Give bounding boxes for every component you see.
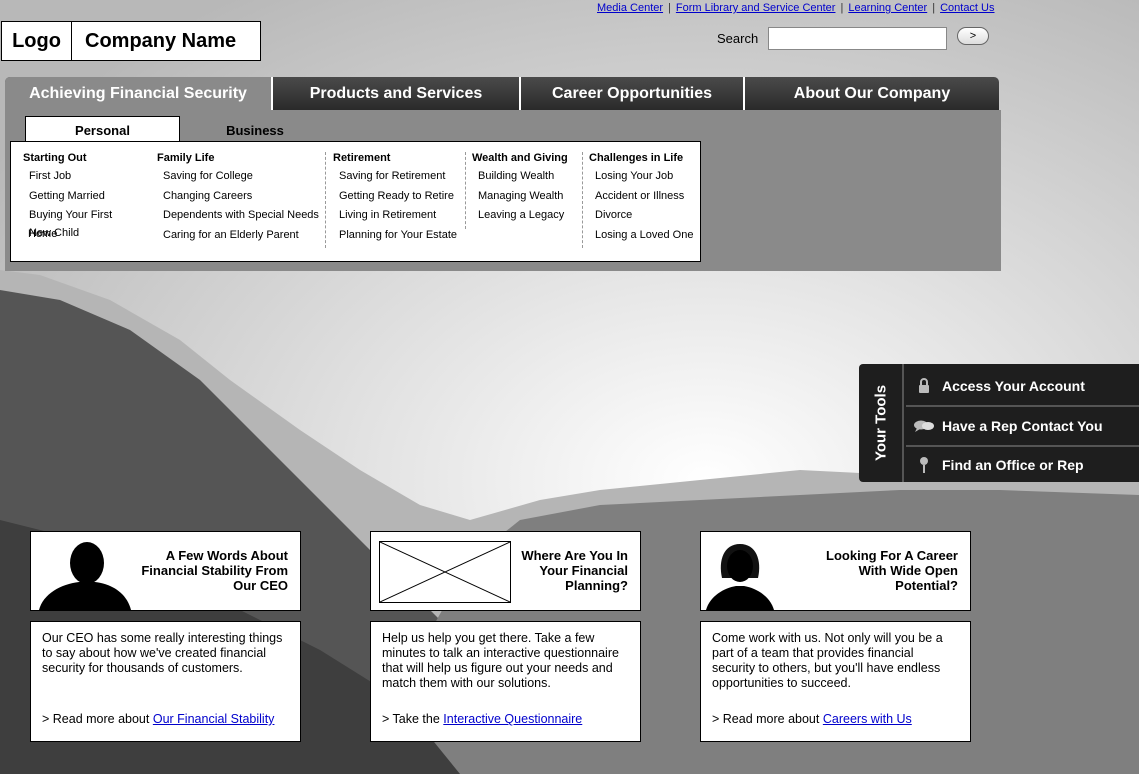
menu-item[interactable]: Losing Your Job [595,170,698,190]
card-title-line: Our CEO [233,578,288,593]
menu-item[interactable]: First Job [29,170,151,190]
chat-bubbles-icon [906,419,942,433]
company-name: Company Name [85,29,237,52]
menu-item[interactable]: Building Wealth [478,170,582,190]
separator: | [668,2,671,14]
main-nav: Achieving Financial Security Products an… [5,77,999,110]
menu-item[interactable]: Saving for College [163,170,325,190]
card-body-text: Help us help you get there. Take a few m… [382,631,619,690]
menu-item[interactable]: Getting Ready to Retire [339,190,465,210]
your-tools-text: Your Tools [872,384,889,462]
separator: | [932,2,936,14]
menu-item[interactable]: Dependents with Special Needs [163,209,325,229]
image-placeholder-icon [379,541,511,603]
card-body-text: Come work with us. Not only will you be … [712,631,943,690]
card-ceo-header[interactable]: A Few Words About Financial Stability Fr… [30,531,301,611]
menu-item[interactable]: Managing Wealth [478,190,582,210]
tool-find-office[interactable]: Find an Office or Rep [906,445,1139,482]
menu-item[interactable]: Getting Married [29,190,151,210]
column-heading: Retirement [333,152,391,164]
link-prefix: > Read more about [712,712,820,726]
menu-item[interactable]: Divorce [595,209,698,229]
media-center-link[interactable]: Media Center [597,2,663,14]
menu-column-retirement: Retirement Saving for Retirement Getting… [325,152,465,248]
lock-icon [906,377,942,394]
nav-career-opportunities[interactable]: Career Opportunities [521,77,745,110]
female-silhouette-icon [706,544,774,610]
card-title: A Few Words About Financial Stability Fr… [141,548,288,593]
nav-about-our-company[interactable]: About Our Company [745,77,999,110]
tab-personal[interactable]: Personal [25,116,180,144]
link-prefix: > Read more about [42,712,150,726]
card-planning-body: Help us help you get there. Take a few m… [370,621,641,742]
financial-stability-link[interactable]: Our Financial Stability [153,712,275,726]
card-career-header[interactable]: Looking For A Career With Wide Open Pote… [700,531,971,611]
nav-products-and-services[interactable]: Products and Services [273,77,521,110]
card-title: Where Are You In Your Financial Planning… [521,548,628,593]
card-read-more: > Read more about Our Financial Stabilit… [42,712,274,727]
search-button[interactable]: > [957,27,989,45]
column-heading: Challenges in Life [589,152,684,164]
card-title-line: Potential? [895,578,958,593]
menu-item[interactable]: Leaving a Legacy [478,209,582,229]
tool-rep-contact[interactable]: Have a Rep Contact You [906,405,1139,445]
tool-access-account[interactable]: Access Your Account [906,366,1139,405]
search-input[interactable] [768,27,947,50]
card-career-body: Come work with us. Not only will you be … [700,621,971,742]
your-tools-label: Your Tools [859,364,904,482]
menu-column-wealth-and-giving: Wealth and Giving Building Wealth Managi… [465,152,582,229]
card-title-line: Where Are You In [521,548,628,563]
card-planning-header[interactable]: Where Are You In Your Financial Planning… [370,531,641,611]
card-title: Looking For A Career With Wide Open Pote… [826,548,958,593]
menu-item[interactable]: Caring for an Elderly Parent [163,229,325,249]
your-tools-panel: Your Tools Access Your Account Have a Re… [859,364,1139,482]
menu-item[interactable]: Losing a Loved One [595,229,698,249]
card-title-line: Planning? [565,578,628,593]
tool-label: Have a Rep Contact You [942,418,1103,434]
menu-item[interactable]: Planning for Your Estate [339,229,465,249]
logo: Logo [2,22,72,60]
menu-columns: Starting Out First Job Getting Married B… [10,141,701,262]
link-prefix: > Take the [382,712,440,726]
learning-center-link[interactable]: Learning Center [848,2,927,14]
column-heading: Wealth and Giving [472,152,568,164]
contact-us-link[interactable]: Contact Us [940,2,994,14]
mega-menu: Personal Business Starting Out First Job… [5,110,1001,271]
male-silhouette-icon [39,542,131,610]
logo-header[interactable]: Logo Company Name [1,21,261,61]
card-read-more: > Read more about Careers with Us [712,712,912,727]
interactive-questionnaire-link[interactable]: Interactive Questionnaire [443,712,582,726]
tool-label: Access Your Account [942,377,1085,394]
card-body-text: Our CEO has some really interesting thin… [42,631,283,675]
menu-column-challenges-in-life: Challenges in Life Losing Your Job Accid… [582,152,698,248]
column-heading: Family Life [157,152,215,164]
card-title-line: Your Financial [539,563,628,578]
card-title-line: A Few Words About [165,548,288,563]
card-title-line: Financial Stability From [141,563,288,578]
card-read-more: > Take the Interactive Questionnaire [382,712,582,727]
card-ceo-body: Our CEO has some really interesting thin… [30,621,301,742]
form-library-link[interactable]: Form Library and Service Center [676,2,836,14]
menu-item[interactable]: Accident or Illness [595,190,698,210]
nav-achieving-financial-security[interactable]: Achieving Financial Security [5,77,273,110]
menu-item[interactable]: Living in Retirement [339,209,465,229]
menu-column-family-life: Family Life Saving for College Changing … [151,152,325,248]
search-label: Search [717,31,759,46]
menu-item[interactable]: Changing Careers [163,190,325,210]
home-label[interactable]: Home [28,228,57,240]
utility-links: Media Center | Form Library and Service Ce… [597,2,995,14]
menu-item[interactable]: Saving for Retirement [339,170,465,190]
card-title-line: Looking For A Career [826,548,958,563]
card-title-line: With Wide Open [858,563,958,578]
map-pin-icon [906,456,942,474]
tab-business[interactable]: Business [180,116,330,144]
separator: | [840,2,844,14]
tool-label: Find an Office or Rep [942,456,1084,473]
careers-with-us-link[interactable]: Careers with Us [823,712,912,726]
column-heading: Starting Out [23,152,87,164]
